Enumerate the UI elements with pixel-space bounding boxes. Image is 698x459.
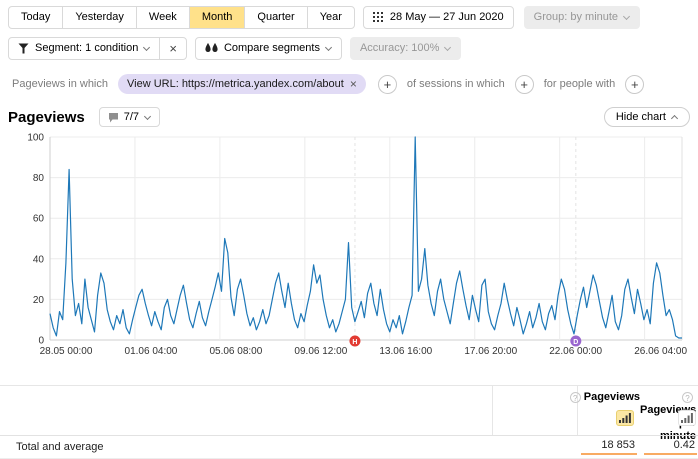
chip-close-icon[interactable]: × xyxy=(350,77,357,91)
filter-prefix-label: Pageviews in which xyxy=(12,78,108,90)
total-pageviews-value[interactable]: 18 853 xyxy=(581,439,637,455)
chevron-down-icon xyxy=(623,13,630,20)
group-by-dropdown[interactable]: Group: by minute xyxy=(524,6,640,29)
funnel-icon xyxy=(18,43,29,54)
tab-month[interactable]: Month xyxy=(190,7,246,28)
calendar-grid-icon xyxy=(373,12,384,23)
period-tab-group: Today Yesterday Week Month Quarter Year xyxy=(8,6,355,29)
chevron-down-icon xyxy=(144,112,151,119)
tab-year[interactable]: Year xyxy=(308,7,354,28)
svg-text:60: 60 xyxy=(33,214,45,225)
goals-dropdown[interactable]: 7/7 xyxy=(99,107,160,127)
chevron-down-icon xyxy=(143,44,150,51)
add-pageview-condition-button[interactable]: + xyxy=(378,75,397,94)
svg-text:22.06 00:00: 22.06 00:00 xyxy=(549,346,602,357)
comment-bubble-icon xyxy=(108,112,119,123)
segment-label: Segment: 1 condition xyxy=(35,42,138,55)
svg-text:0: 0 xyxy=(38,336,44,347)
column-divider xyxy=(492,386,493,435)
accuracy-dropdown[interactable]: Accuracy: 100% xyxy=(350,37,461,60)
chevron-down-icon xyxy=(444,44,451,51)
svg-text:17.06 20:00: 17.06 20:00 xyxy=(464,346,517,357)
compare-segments-icon xyxy=(205,43,218,54)
svg-text:20: 20 xyxy=(33,295,45,306)
chevron-up-icon xyxy=(671,115,678,122)
tab-today[interactable]: Today xyxy=(9,7,63,28)
total-row-label: Total and average xyxy=(16,441,103,453)
metrics-table: ?Pageviews ?Pageviews per minute Total a… xyxy=(0,385,698,458)
metric-chart-toggle-pageviews-per-minute[interactable] xyxy=(678,410,696,426)
goals-badge-label: 7/7 xyxy=(124,111,139,123)
add-people-condition-button[interactable]: + xyxy=(625,75,644,94)
svg-text:01.06 04:00: 01.06 04:00 xyxy=(125,346,178,357)
help-icon[interactable]: ? xyxy=(682,392,693,403)
average-pageviews-per-minute-value[interactable]: 0.42 xyxy=(644,439,697,455)
svg-text:13.06 16:00: 13.06 16:00 xyxy=(379,346,432,357)
date-range-button[interactable]: 28 May — 27 Jun 2020 xyxy=(363,6,514,29)
pageviews-chart-svg: 0 20 40 60 80 100 28.05 00:00 01.06 04:00 05.06 … xyxy=(8,129,698,363)
metric-chart-toggle-pageviews[interactable] xyxy=(616,410,634,426)
column-header-pageviews[interactable]: ?Pageviews xyxy=(565,391,640,404)
chevron-down-icon xyxy=(325,44,332,51)
svg-text:26.06 04:00: 26.06 04:00 xyxy=(634,346,687,357)
view-url-chip-label: View URL: https://metrica.yandex.com/abo… xyxy=(127,77,344,91)
compare-segments-label: Compare segments xyxy=(224,42,320,55)
filter-condition-row: Pageviews in which View URL: https://met… xyxy=(8,74,698,94)
svg-text:05.06 08:00: 05.06 08:00 xyxy=(209,346,262,357)
pageviews-chart[interactable]: 0 20 40 60 80 100 28.05 00:00 01.06 04:00 05.06 … xyxy=(8,129,698,363)
date-range-label: 28 May — 27 Jun 2020 xyxy=(390,11,504,24)
view-url-filter-chip[interactable]: View URL: https://metrica.yandex.com/abo… xyxy=(118,74,366,94)
people-condition-label: for people with xyxy=(544,78,616,90)
page-title: Pageviews xyxy=(8,109,85,126)
toolbar-period-row: Today Yesterday Week Month Quarter Year … xyxy=(8,6,698,29)
svg-text:H: H xyxy=(352,339,357,346)
group-by-label: Group: by minute xyxy=(534,11,618,24)
svg-text:80: 80 xyxy=(33,173,45,184)
accuracy-label: Accuracy: 100% xyxy=(360,42,439,55)
add-session-condition-button[interactable]: + xyxy=(515,75,534,94)
svg-text:09.06 12:00: 09.06 12:00 xyxy=(294,346,347,357)
segment-clear-button[interactable]: × xyxy=(159,38,186,59)
tab-yesterday[interactable]: Yesterday xyxy=(63,7,137,28)
total-row: Total and average 18 853 0.42 xyxy=(0,435,698,459)
svg-text:28.05 00:00: 28.05 00:00 xyxy=(40,346,93,357)
help-icon[interactable]: ? xyxy=(570,392,581,403)
segment-dropdown[interactable]: Segment: 1 condition xyxy=(9,38,159,59)
toolbar-segment-row: Segment: 1 condition × Compare segments … xyxy=(8,37,698,60)
section-header: Pageviews 7/7 Hide chart xyxy=(8,107,698,127)
sessions-condition-label: of sessions in which xyxy=(407,78,505,90)
tab-week[interactable]: Week xyxy=(137,7,190,28)
hide-chart-button[interactable]: Hide chart xyxy=(604,107,690,127)
compare-segments-dropdown[interactable]: Compare segments xyxy=(195,37,342,60)
svg-text:100: 100 xyxy=(27,133,44,144)
svg-text:40: 40 xyxy=(33,254,45,265)
hide-chart-label: Hide chart xyxy=(616,111,666,123)
segment-group: Segment: 1 condition × xyxy=(8,37,187,60)
svg-text:D: D xyxy=(573,339,578,346)
tab-quarter[interactable]: Quarter xyxy=(245,7,307,28)
